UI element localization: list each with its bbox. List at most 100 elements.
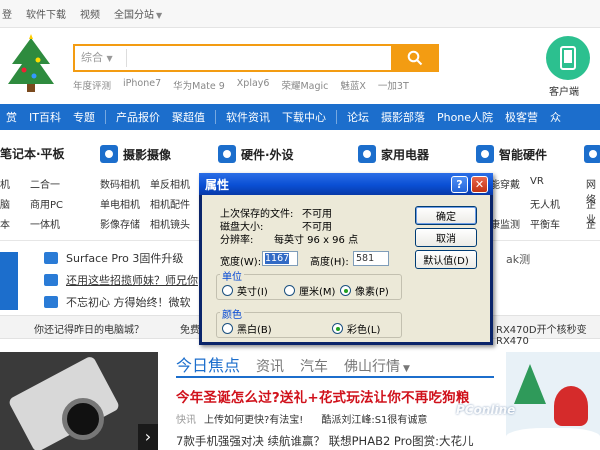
headline-link[interactable]: 今年圣诞怎么过?送礼+花式玩法让你不再吃狗粮 [176,386,470,406]
next-arrow-icon[interactable]: › [138,424,158,450]
nav-item[interactable]: 论坛 [341,109,375,125]
news-line[interactable]: 7款手机强强对决 续航谁赢？ 联想PHAB2 Pro图赏:大花儿 [176,433,474,449]
sublink[interactable]: 无人机 [530,196,560,211]
sublink[interactable]: 脑 [0,196,10,211]
ok-button[interactable]: 确定 [415,206,477,225]
radio-color[interactable]: 彩色(L) [332,321,380,336]
hot-word[interactable]: 魅蓝X [340,78,366,92]
thumbs-up-icon [44,296,58,308]
category-appliance[interactable]: 家用电器 [358,145,429,163]
tree-shape [514,364,546,404]
news-item[interactable]: Surface Pro 3固件升级 [44,250,183,266]
news-tabs: 今日焦点 资讯 汽车 佛山行情 ▼ [176,352,410,376]
nav-item[interactable]: 赏 [0,109,23,125]
category-hardware[interactable]: 硬件·外设 [218,145,294,163]
topbar-link-software[interactable]: 软件下载 [26,6,66,21]
sublink[interactable]: 单反相机 [150,176,190,191]
category-laptop[interactable]: 笔记本·平板 [0,145,65,162]
height-input[interactable]: 581 [353,251,389,266]
flash-item[interactable]: 酷派刘江峰:S1很有诚意 [321,411,427,426]
tab-news[interactable]: 资讯 [256,356,284,376]
nav-item[interactable]: 摄影部落 [375,109,431,125]
sublink[interactable]: 一体机 [30,216,60,231]
topbar-link-video[interactable]: 视频 [80,6,100,21]
flash-label: 快讯 [176,415,196,426]
help-icon[interactable]: ? [451,176,468,193]
hot-word[interactable]: 荣耀Magic [281,78,328,92]
hot-word[interactable]: iPhone7 [123,78,161,92]
search-category-select[interactable]: 综合 ▼ [75,49,127,67]
nav-item[interactable]: 下载中心 [276,109,332,125]
sublink[interactable]: 企 [586,216,596,231]
sublink[interactable]: 影像存储 [100,216,140,231]
camera-body [7,354,121,450]
category-label: 笔记本·平板 [0,147,65,161]
topbar-link-sites[interactable]: 全国分站 ▼ [114,6,162,21]
ticker-item[interactable]: 你还记得昨日的电脑城？ [34,321,144,336]
chevron-down-icon: ▼ [106,54,113,63]
flash-item[interactable]: 上传如何更快?有法宝! [204,411,303,426]
client-label[interactable]: 客户端 [549,83,579,98]
sublink[interactable]: 数码相机 [100,176,140,191]
thumbs-up-icon [44,274,58,286]
sublink[interactable]: 相机镜头 [150,216,190,231]
ticker-item[interactable]: RX470D开个核秒变RX470 [496,321,600,347]
sublink[interactable]: 平衡车 [530,216,560,231]
nav-item[interactable]: 众 [544,109,567,125]
site-logo[interactable] [0,34,62,96]
tab-foshan[interactable]: 佛山行情 ▼ [344,356,410,376]
radio-inch[interactable]: 英寸(I) [222,283,268,298]
news-item[interactable]: 还用这些招揽师妹？师兄你 [44,272,198,288]
width-input[interactable]: 1167 [262,251,298,266]
hot-word[interactable]: 年度评测 [73,78,111,92]
hot-word[interactable]: 一加3T [378,78,409,92]
sublink[interactable]: 本 [0,216,10,231]
search-button[interactable] [391,44,439,72]
nav-item[interactable]: IT百科 [23,109,67,125]
height-label: 高度(H): [310,257,349,268]
category-smart-hardware[interactable]: 智能硬件 [476,145,547,163]
hot-word[interactable]: Xplay6 [237,78,270,92]
nav-item[interactable]: 专题 [67,109,101,125]
christmas-banner[interactable] [506,352,600,450]
search-box[interactable]: 综合 ▼ [73,44,391,72]
radio-dot-selected [332,323,343,334]
category-camera[interactable]: 摄影摄像 [100,145,171,163]
sublink[interactable]: VR [530,176,544,187]
featured-image[interactable]: › [0,352,158,450]
category-headers: 笔记本·平板 摄影摄像 硬件·外设 家用电器 智能硬件 [0,145,600,169]
sublink[interactable]: 二合一 [30,176,60,191]
sublink[interactable]: 康监测 [490,216,520,231]
news-right-link[interactable]: ak测 [506,251,530,267]
radio-mono[interactable]: 黑白(B) [222,321,272,336]
tab-underline [176,376,494,378]
sublink[interactable]: 相机配件 [150,196,190,211]
nav-item[interactable]: Phone人院 [431,109,499,125]
ticker-item[interactable]: 免费 [180,321,200,336]
nav-item[interactable]: 聚超值 [166,109,211,125]
category-more[interactable] [584,145,600,163]
software-logo-tile[interactable] [0,252,18,310]
sublink[interactable]: 单电相机 [100,196,140,211]
radio-label: 厘米(M) [299,287,336,298]
cancel-button[interactable]: 取消 [415,228,477,247]
close-icon[interactable]: ✕ [471,176,488,193]
nav-item[interactable]: 产品报价 [110,109,166,125]
camera-icon [100,145,118,163]
mobile-client-button[interactable] [546,36,590,80]
sublink[interactable]: 机 [0,176,10,191]
sublink[interactable]: 商用PC [30,196,63,211]
tab-focus[interactable]: 今日焦点 [176,352,240,376]
news-item[interactable]: 不忘初心 方得始终！微软 [44,294,191,310]
nav-item[interactable]: 软件资讯 [220,109,276,125]
hot-word[interactable]: 华为Mate 9 [173,78,225,92]
info-value: 每英寸 96 x 96 点 [274,235,359,246]
topbar-link-login[interactable]: 登 [2,6,12,21]
radio-pixel[interactable]: 像素(P) [340,283,389,298]
dialog-titlebar[interactable]: 属性 ? ✕ [199,173,493,195]
nav-item[interactable]: 极客营 [499,109,544,125]
default-button[interactable]: 默认值(D) [415,250,477,269]
radio-cm[interactable]: 厘米(M) [284,283,335,298]
tab-auto[interactable]: 汽车 [300,356,328,376]
sublink[interactable]: 能穿戴 [490,176,520,191]
